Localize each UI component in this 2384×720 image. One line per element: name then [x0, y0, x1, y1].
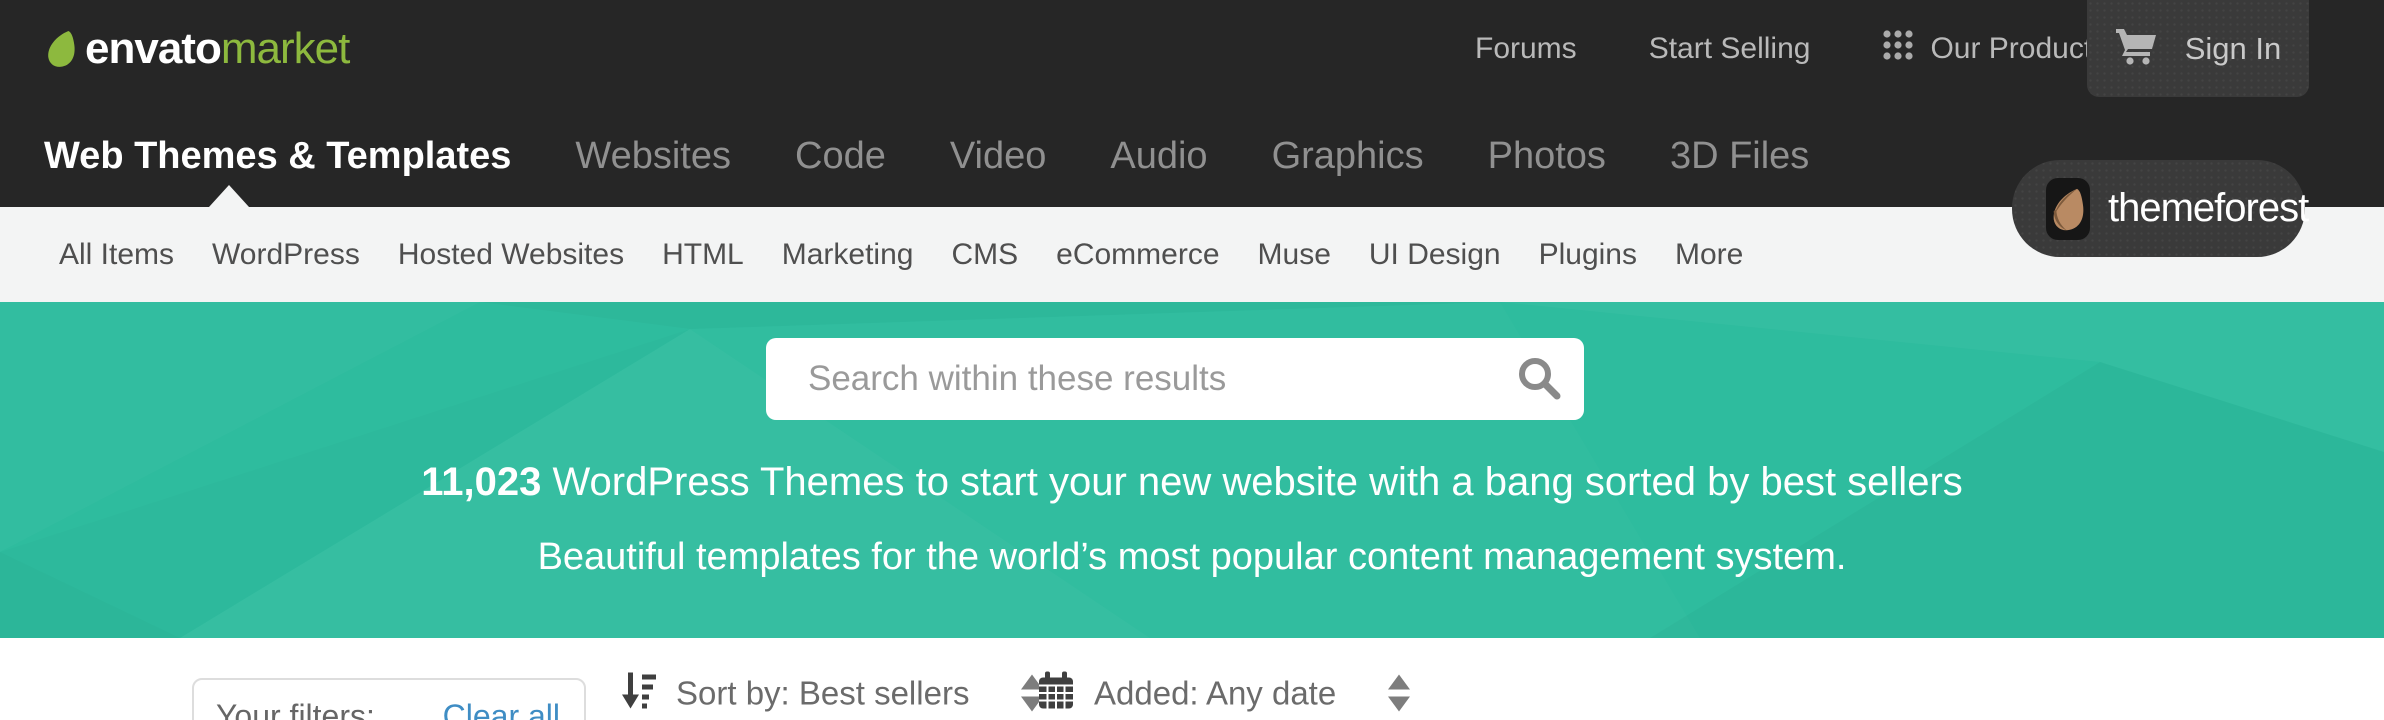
- search-input[interactable]: [766, 338, 1494, 420]
- themeforest-label: themeforest: [2108, 186, 2308, 231]
- category-video[interactable]: Video: [950, 135, 1047, 178]
- clear-all-link[interactable]: Clear all: [443, 698, 560, 720]
- top-nav-our-products-label: Our Products: [1930, 32, 2107, 66]
- select-arrows-icon: [1388, 675, 1410, 712]
- filter-bar: Your filters: Clear all Sort by: Best se…: [0, 638, 2384, 720]
- subnav-hosted-websites[interactable]: Hosted Websites: [398, 238, 624, 272]
- subnav-marketing[interactable]: Marketing: [782, 238, 914, 272]
- subnav-ecommerce[interactable]: eCommerce: [1056, 238, 1219, 272]
- signin-label: Sign In: [2185, 31, 2282, 67]
- calendar-icon: [1038, 671, 1074, 716]
- subnav-more[interactable]: More: [1675, 238, 1743, 272]
- search-box: [766, 338, 1584, 420]
- top-nav-start-selling[interactable]: Start Selling: [1649, 32, 1811, 66]
- category-code[interactable]: Code: [795, 135, 886, 178]
- search-button[interactable]: [1494, 338, 1584, 420]
- envato-market-logo[interactable]: envatomarket: [44, 0, 349, 97]
- logo-brand: envato: [85, 24, 221, 73]
- category-graphics[interactable]: Graphics: [1272, 135, 1424, 178]
- added-date-select[interactable]: Added: Any date: [1038, 671, 1410, 716]
- sort-by-label: Sort by: Best sellers: [676, 674, 969, 712]
- category-photos[interactable]: Photos: [1488, 135, 1606, 178]
- result-count: 11,023: [421, 460, 541, 504]
- active-tab-caret: [209, 185, 249, 207]
- logo-suffix: market: [221, 24, 349, 73]
- top-nav-our-products[interactable]: Our Products: [1882, 29, 2107, 69]
- subnav-wordpress[interactable]: WordPress: [212, 238, 360, 272]
- subnav-cms[interactable]: CMS: [951, 238, 1018, 272]
- page: envatomarket Forums Start Selling Our Pr…: [0, 0, 2384, 720]
- subnav-all-items[interactable]: All Items: [59, 238, 174, 272]
- subnav-plugins[interactable]: Plugins: [1539, 238, 1637, 272]
- grid-dots-icon: [1882, 29, 1914, 69]
- subnav-ui-design[interactable]: UI Design: [1369, 238, 1501, 272]
- hero-headline: 11,023 WordPress Themes to start your ne…: [0, 460, 2384, 505]
- themeforest-leaf-icon: [2046, 178, 2090, 240]
- category-3d-files[interactable]: 3D Files: [1670, 135, 1809, 178]
- subnav-html[interactable]: HTML: [662, 238, 744, 272]
- your-filters-label: Your filters:: [216, 698, 375, 720]
- envato-leaf-icon: [44, 29, 78, 69]
- sort-by-select[interactable]: Sort by: Best sellers: [620, 671, 1043, 716]
- category-audio[interactable]: Audio: [1110, 135, 1207, 178]
- hero-headline-text: WordPress Themes to start your new websi…: [541, 460, 1962, 504]
- themeforest-badge[interactable]: themeforest: [2012, 160, 2305, 257]
- cart-icon: [2115, 27, 2157, 70]
- signin-button[interactable]: Sign In: [2087, 0, 2309, 97]
- top-nav: Forums Start Selling Our Products: [1475, 0, 2107, 97]
- hero-section: 11,023 WordPress Themes to start your ne…: [0, 302, 2384, 638]
- sort-icon: [620, 671, 656, 716]
- hero-subheadline: Beautiful templates for the world’s most…: [0, 536, 2384, 579]
- subnav-muse[interactable]: Muse: [1258, 238, 1331, 272]
- top-nav-forums[interactable]: Forums: [1475, 32, 1577, 66]
- added-date-label: Added: Any date: [1094, 674, 1336, 712]
- category-web-themes-templates[interactable]: Web Themes & Templates: [44, 135, 511, 178]
- logo-text: envatomarket: [85, 24, 349, 74]
- search-icon: [1515, 354, 1563, 405]
- category-nav: Web Themes & Templates Websites Code Vid…: [44, 128, 1873, 184]
- category-websites[interactable]: Websites: [575, 135, 731, 178]
- your-filters-box: Your filters: Clear all: [192, 678, 586, 720]
